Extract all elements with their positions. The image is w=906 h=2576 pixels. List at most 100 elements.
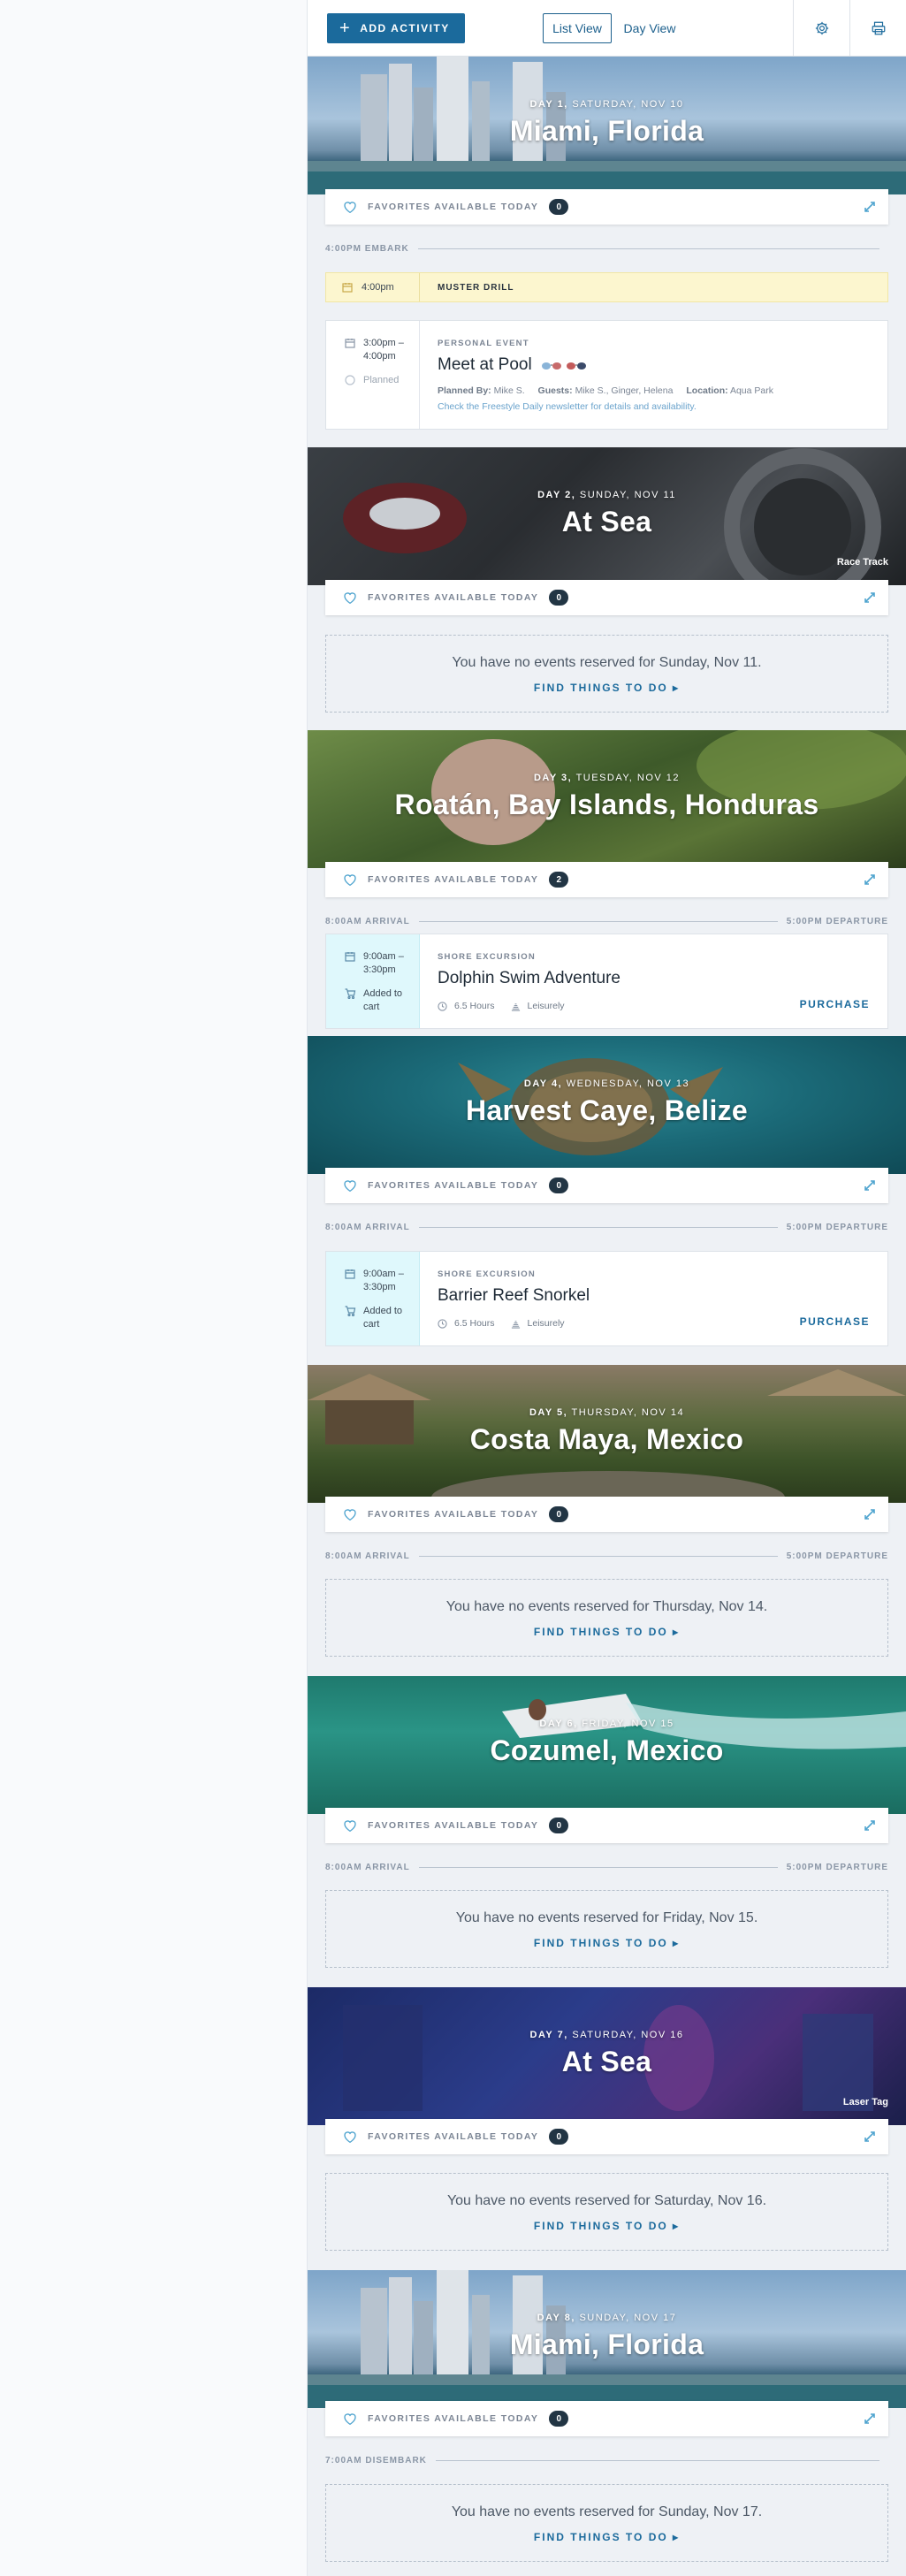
port-name: Harvest Caye, Belize	[465, 1094, 749, 1126]
calendar-icon	[345, 339, 355, 348]
timeline-end: 5:00PM DEPARTURE	[786, 1222, 888, 1232]
expand-icon[interactable]	[864, 591, 876, 604]
port-name: Cozumel, Mexico	[490, 1734, 724, 1766]
day-hero: DAY 2, SUNDAY, NOV 11 At Sea Race Track	[308, 447, 906, 585]
shore-excursion-card[interactable]: 9:00am – 3:30pm Added to cart SHORE EXCU…	[325, 1251, 888, 1346]
timeline-start: 7:00AM DISEMBARK	[325, 2455, 427, 2465]
activity-level-icon	[511, 1002, 520, 1011]
timeline-end: 5:00PM DEPARTURE	[786, 1862, 888, 1872]
itinerary-panel: + ADD ACTIVITY List View Day View DAY 1,…	[308, 0, 906, 2576]
printer-icon	[872, 21, 885, 35]
empty-day-box: You have no events reserved for Saturday…	[325, 2173, 888, 2251]
purchase-button[interactable]: PURCHASE	[800, 998, 870, 1010]
planned-by: Mike S.	[493, 385, 525, 396]
day-timeline: 4:00PM EMBARK	[325, 242, 888, 255]
personal-event-card[interactable]: 3:00pm – 4:00pm Planned PERSONAL EVENT M…	[325, 320, 888, 430]
expand-icon[interactable]	[864, 201, 876, 213]
day-timeline: 8:00AM ARRIVAL 5:00PM DEPARTURE	[325, 1861, 888, 1873]
day-date: WEDNESDAY, NOV 13	[566, 1078, 690, 1089]
calendar-icon	[345, 952, 355, 962]
port-name: Miami, Florida	[509, 115, 704, 147]
port-name: Costa Maya, Mexico	[469, 1423, 744, 1455]
heart-icon	[344, 1509, 356, 1520]
favorites-label: FAVORITES AVAILABLE TODAY	[368, 592, 539, 603]
empty-message: You have no events reserved for Saturday…	[446, 2193, 767, 2208]
print-button[interactable]	[849, 0, 906, 57]
favorites-count-badge: 0	[549, 1177, 569, 1193]
find-things-link[interactable]: FIND THINGS TO DO ▸	[326, 2531, 887, 2543]
purchase-button[interactable]: PURCHASE	[800, 1315, 870, 1328]
empty-day-box: You have no events reserved for Sunday, …	[325, 2484, 888, 2562]
guests: Mike S., Ginger, Helena	[575, 385, 674, 396]
heart-icon	[344, 2413, 356, 2425]
timeline-start: 8:00AM ARRIVAL	[325, 916, 410, 926]
excursion-time: 9:00am – 3:30pm	[363, 951, 404, 975]
heart-icon	[344, 592, 356, 604]
expand-icon[interactable]	[864, 2412, 876, 2425]
favorites-bar[interactable]: FAVORITES AVAILABLE TODAY 0	[325, 580, 888, 615]
favorites-bar[interactable]: FAVORITES AVAILABLE TODAY 0	[325, 1168, 888, 1203]
add-activity-label: ADD ACTIVITY	[360, 22, 450, 34]
expand-icon[interactable]	[864, 1508, 876, 1520]
clock-icon	[438, 1318, 447, 1329]
event-note: Check the Freestyle Daily newsletter for…	[438, 401, 697, 412]
day-date: FRIDAY, NOV 15	[582, 1719, 674, 1729]
plus-icon: +	[339, 19, 352, 38]
sunglasses-icon	[566, 362, 586, 370]
calendar-icon	[342, 283, 353, 293]
find-things-link[interactable]: FIND THINGS TO DO ▸	[326, 1937, 887, 1949]
day-number: DAY 2,	[537, 490, 576, 500]
day-number: DAY 5,	[529, 1407, 568, 1418]
day-date: SUNDAY, NOV 17	[579, 2313, 677, 2323]
photo-caption: Race Track	[836, 557, 888, 568]
day-timeline: 8:00AM ARRIVAL 5:00PM DEPARTURE	[325, 1221, 888, 1233]
heart-icon	[344, 202, 356, 213]
location: Aqua Park	[729, 385, 773, 396]
day-date: SATURDAY, NOV 16	[572, 2030, 684, 2040]
empty-message: You have no events reserved for Thursday…	[445, 1599, 768, 1614]
favorites-label: FAVORITES AVAILABLE TODAY	[368, 1820, 539, 1831]
favorites-label: FAVORITES AVAILABLE TODAY	[368, 1509, 539, 1520]
add-activity-button[interactable]: + ADD ACTIVITY	[327, 13, 465, 43]
favorites-bar[interactable]: FAVORITES AVAILABLE TODAY 2	[325, 862, 888, 897]
day-number: DAY 4,	[523, 1078, 563, 1089]
gear-icon	[815, 21, 828, 35]
heart-icon	[344, 1180, 356, 1192]
port-name: At Sea	[561, 506, 652, 537]
day-hero: DAY 6, FRIDAY, NOV 15 Cozumel, Mexico	[308, 1676, 906, 1814]
expand-icon[interactable]	[864, 1819, 876, 1832]
find-things-link[interactable]: FIND THINGS TO DO ▸	[326, 1626, 887, 1638]
port-name: At Sea	[561, 2046, 652, 2077]
empty-message: You have no events reserved for Friday, …	[455, 1910, 758, 1925]
day-hero: DAY 3, TUESDAY, NOV 12 Roatán, Bay Islan…	[308, 730, 906, 868]
list-view-button[interactable]: List View	[543, 13, 612, 43]
favorites-bar[interactable]: FAVORITES AVAILABLE TODAY 0	[325, 1808, 888, 1843]
favorites-count-badge: 0	[549, 2411, 569, 2427]
favorites-bar[interactable]: FAVORITES AVAILABLE TODAY 0	[325, 189, 888, 225]
excursion-activity-level: Leisurely	[527, 1001, 565, 1011]
shore-excursion-card[interactable]: 9:00am – 3:30pm Added to cart SHORE EXCU…	[325, 934, 888, 1029]
photo-caption: Laser Tag	[842, 2097, 888, 2107]
expand-icon[interactable]	[864, 1179, 876, 1192]
timeline-end: 5:00PM DEPARTURE	[786, 916, 888, 926]
favorites-count-badge: 2	[549, 872, 569, 888]
expand-icon[interactable]	[864, 873, 876, 886]
muster-drill-row[interactable]: 4:00pm MUSTER DRILL	[325, 272, 888, 302]
favorites-bar[interactable]: FAVORITES AVAILABLE TODAY 0	[325, 2119, 888, 2154]
day-hero: DAY 7, SATURDAY, NOV 16 At Sea Laser Tag	[308, 1987, 906, 2125]
day-date: SATURDAY, NOV 10	[572, 99, 684, 110]
event-time: 3:00pm – 4:00pm	[363, 338, 404, 362]
day-number: DAY 1,	[529, 99, 568, 110]
favorites-bar[interactable]: FAVORITES AVAILABLE TODAY 0	[325, 1497, 888, 1532]
favorites-count-badge: 0	[549, 1818, 569, 1833]
heart-icon	[344, 2131, 356, 2143]
settings-button[interactable]	[793, 0, 849, 57]
find-things-link[interactable]: FIND THINGS TO DO ▸	[326, 2220, 887, 2232]
day-hero: DAY 1, SATURDAY, NOV 10 Miami, Florida	[308, 57, 906, 194]
favorites-label: FAVORITES AVAILABLE TODAY	[368, 1180, 539, 1191]
day-view-button[interactable]: Day View	[619, 13, 681, 43]
expand-icon[interactable]	[864, 2130, 876, 2143]
favorites-bar[interactable]: FAVORITES AVAILABLE TODAY 0	[325, 2401, 888, 2436]
event-title: Meet at Pool	[438, 355, 532, 374]
find-things-link[interactable]: FIND THINGS TO DO ▸	[326, 682, 887, 694]
